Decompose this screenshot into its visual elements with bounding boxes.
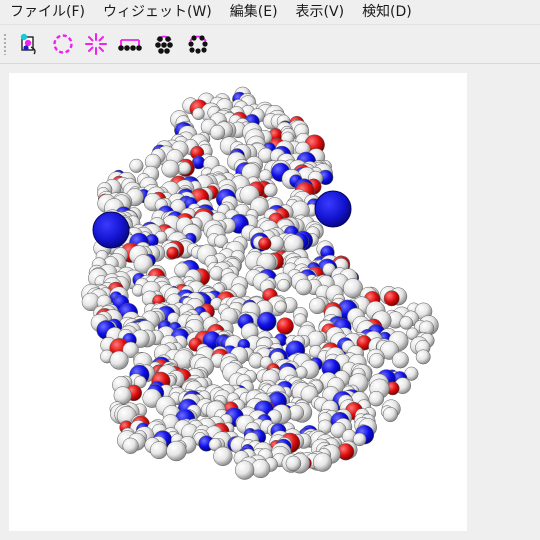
carbon-atom [161, 159, 180, 178]
burst-button[interactable] [83, 31, 109, 57]
molecule-file-button[interactable] [16, 31, 42, 57]
ion-sphere-right [314, 190, 352, 228]
molecule-viewport[interactable] [9, 73, 467, 531]
atom-cluster-button[interactable] [151, 31, 177, 57]
carbon-atom [369, 353, 385, 369]
carbon-atom [312, 452, 333, 472]
carbon-atom [263, 183, 278, 198]
carbon-atom [213, 446, 233, 466]
atom-ring-icon [188, 35, 208, 54]
menubar: ファイル(F) ウィジェット(W) 編集(E) 表示(V) 検知(D) [0, 0, 540, 25]
carbon-atom [150, 441, 168, 460]
carbon-atom [382, 406, 398, 423]
atom-chain-button[interactable] [117, 31, 143, 57]
menu-widget[interactable]: ウィジェット(W) [93, 0, 220, 24]
atom-spheres [81, 86, 439, 480]
carbon-atom [109, 350, 129, 370]
carbon-atom [274, 300, 287, 314]
burst-icon [85, 33, 107, 55]
carbon-atom [295, 278, 313, 296]
carbon-atom [129, 158, 144, 173]
oxygen-atom [383, 290, 400, 307]
carbon-atom [399, 316, 413, 330]
carbon-atom [166, 440, 187, 462]
carbon-atom [277, 278, 291, 292]
carbon-atom [285, 455, 302, 472]
dashed-circle-icon [53, 34, 73, 54]
atom-ring-button[interactable] [185, 31, 211, 57]
carbon-atom [251, 458, 271, 479]
carbon-atom [415, 349, 431, 365]
carbon-atom [368, 390, 385, 407]
menu-view[interactable]: 表示(V) [286, 0, 353, 24]
oxygen-atom [276, 317, 294, 335]
ion-sphere-left [92, 211, 130, 249]
carbon-atom [178, 161, 192, 175]
oxygen-atom [166, 246, 179, 260]
molecule-model [81, 86, 439, 480]
dashed-circle-button[interactable] [50, 31, 76, 57]
molecule-file-icon [20, 33, 36, 55]
menu-edit[interactable]: 編集(E) [220, 0, 286, 24]
carbon-atom [309, 297, 326, 315]
toolbar-grip-handle[interactable] [3, 33, 7, 55]
atom-chain-icon [118, 39, 142, 51]
carbon-atom [209, 124, 226, 141]
menu-detect[interactable]: 検知(D) [352, 0, 420, 24]
toolbar [0, 25, 540, 64]
carbon-atom [234, 460, 255, 480]
nitrogen-atom [256, 311, 277, 332]
viewer-panel [0, 64, 540, 540]
atom-cluster-icon [155, 35, 173, 54]
carbon-atom [192, 107, 205, 121]
menu-file[interactable]: ファイル(F) [0, 0, 93, 24]
carbon-atom [391, 351, 409, 369]
carbon-atom [122, 437, 139, 454]
oxygen-atom [258, 237, 272, 251]
